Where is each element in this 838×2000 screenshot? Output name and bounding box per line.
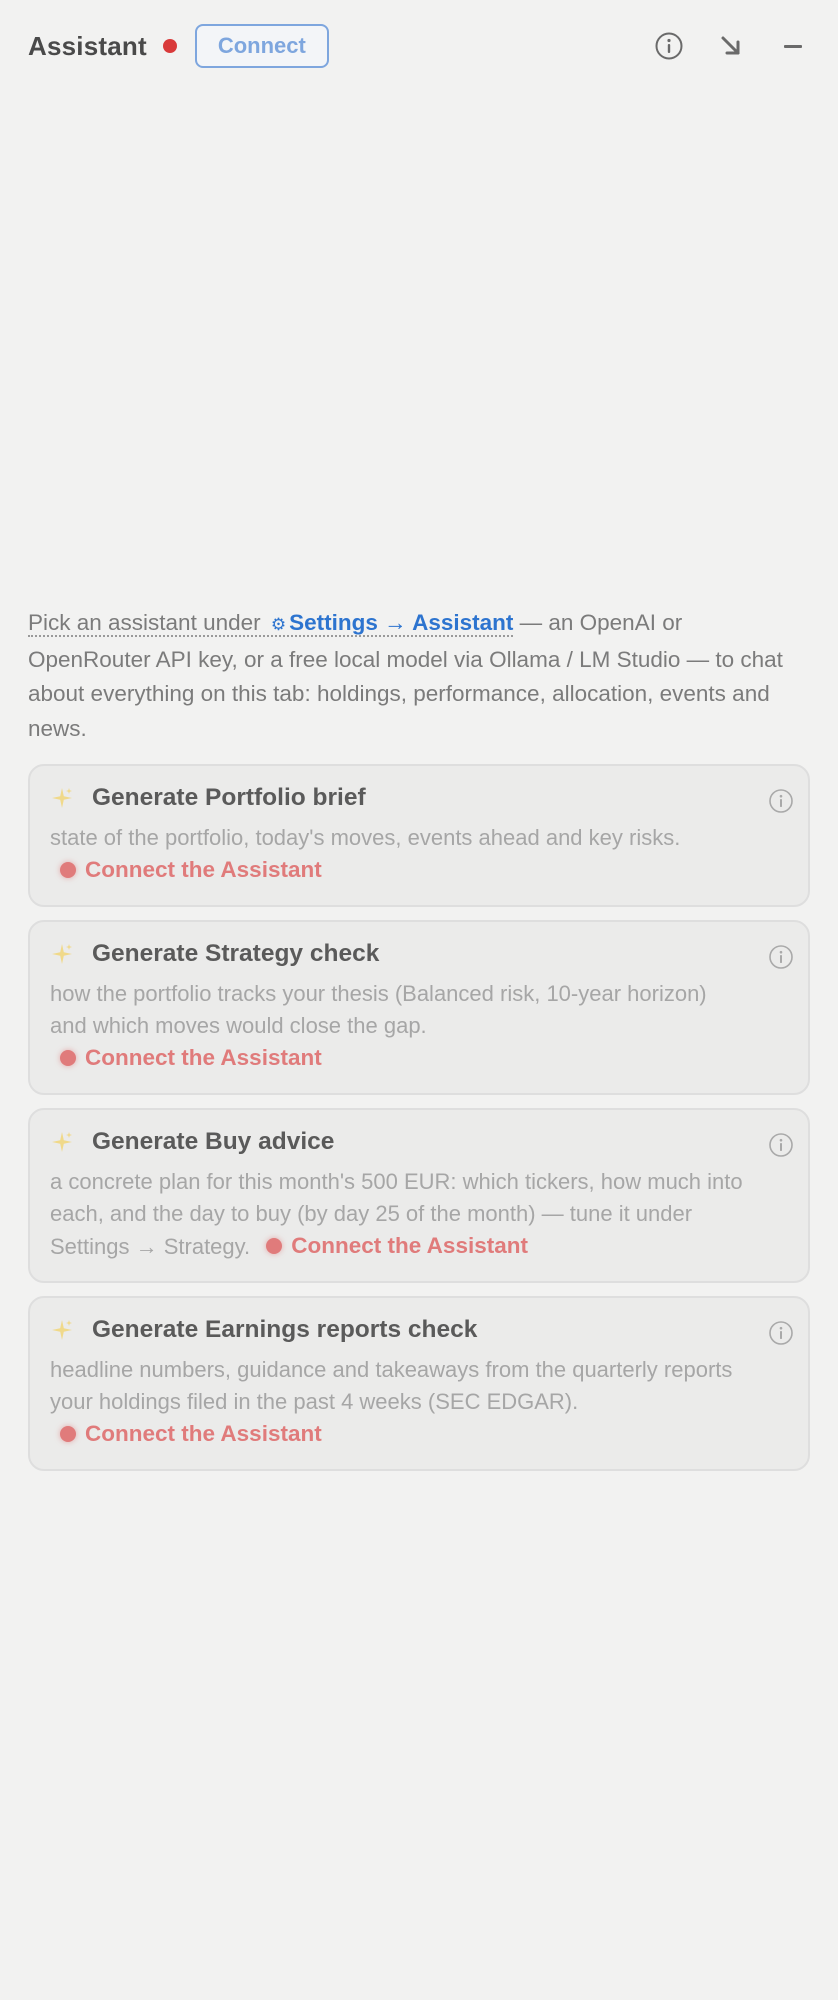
- card-description: how the portfolio tracks your thesis (Ba…: [50, 981, 707, 1038]
- card-title: Generate Buy advice: [92, 1128, 335, 1155]
- info-icon[interactable]: [768, 1132, 794, 1158]
- gear-icon: ⚙: [270, 615, 287, 634]
- connect-button[interactable]: Connect: [194, 24, 329, 68]
- sparkle-icon: [50, 1318, 74, 1342]
- card-title: Generate Portfolio brief: [92, 784, 366, 811]
- header-actions: [652, 29, 810, 63]
- connection-status-dot: [162, 39, 177, 53]
- arrow-down-right-icon[interactable]: [714, 29, 748, 63]
- sparkle-icon: [50, 942, 74, 966]
- portfolio-brief-card[interactable]: Generate Portfolio brief state of the po…: [28, 764, 810, 907]
- info-icon[interactable]: [768, 1320, 794, 1346]
- connect-assistant-label: Connect the Assistant: [85, 1045, 322, 1070]
- info-icon[interactable]: [768, 944, 794, 970]
- status-dot: [60, 1050, 76, 1066]
- connect-assistant-label: Connect the Assistant: [85, 1421, 322, 1446]
- earnings-reports-card[interactable]: Generate Earnings reports check headline…: [28, 1296, 810, 1471]
- info-icon[interactable]: [768, 788, 794, 814]
- assistant-header: Assistant Connect: [28, 22, 810, 70]
- card-description: state of the portfolio, today's moves, e…: [50, 825, 681, 850]
- info-icon[interactable]: [652, 29, 686, 63]
- sparkle-icon: [50, 786, 74, 810]
- connect-assistant-link[interactable]: Connect the Assistant: [266, 1230, 528, 1262]
- panel-title: Assistant: [28, 30, 147, 61]
- connect-assistant-link[interactable]: Connect the Assistant: [60, 1042, 322, 1074]
- sparkle-icon: [50, 1130, 74, 1154]
- card-title: Generate Earnings reports check: [92, 1316, 478, 1343]
- connect-assistant-link[interactable]: Connect the Assistant: [60, 854, 322, 886]
- connect-assistant-label: Connect the Assistant: [291, 1233, 528, 1258]
- intro-text: Pick an assistant under ⚙ Settings → Assi…: [28, 606, 798, 746]
- buy-advice-card[interactable]: Generate Buy advice a concrete plan for …: [28, 1108, 810, 1283]
- settings-assistant-link[interactable]: Settings → Assistant: [289, 610, 513, 635]
- intro-pick-link[interactable]: Pick an assistant under ⚙ Settings → Assi…: [28, 610, 514, 637]
- strategy-check-card[interactable]: Generate Strategy check how the portfoli…: [28, 920, 810, 1095]
- action-cards: Generate Portfolio brief state of the po…: [28, 764, 810, 1484]
- minimize-icon[interactable]: [776, 29, 810, 63]
- connect-assistant-link[interactable]: Connect the Assistant: [60, 1418, 322, 1450]
- connect-assistant-label: Connect the Assistant: [85, 857, 322, 882]
- card-title: Generate Strategy check: [92, 940, 380, 967]
- intro-pick-text: Pick an assistant under: [28, 610, 261, 635]
- status-dot: [60, 1426, 76, 1442]
- card-description: headline numbers, guidance and takeaways…: [50, 1357, 733, 1414]
- status-dot: [266, 1238, 283, 1254]
- status-dot: [60, 862, 76, 878]
